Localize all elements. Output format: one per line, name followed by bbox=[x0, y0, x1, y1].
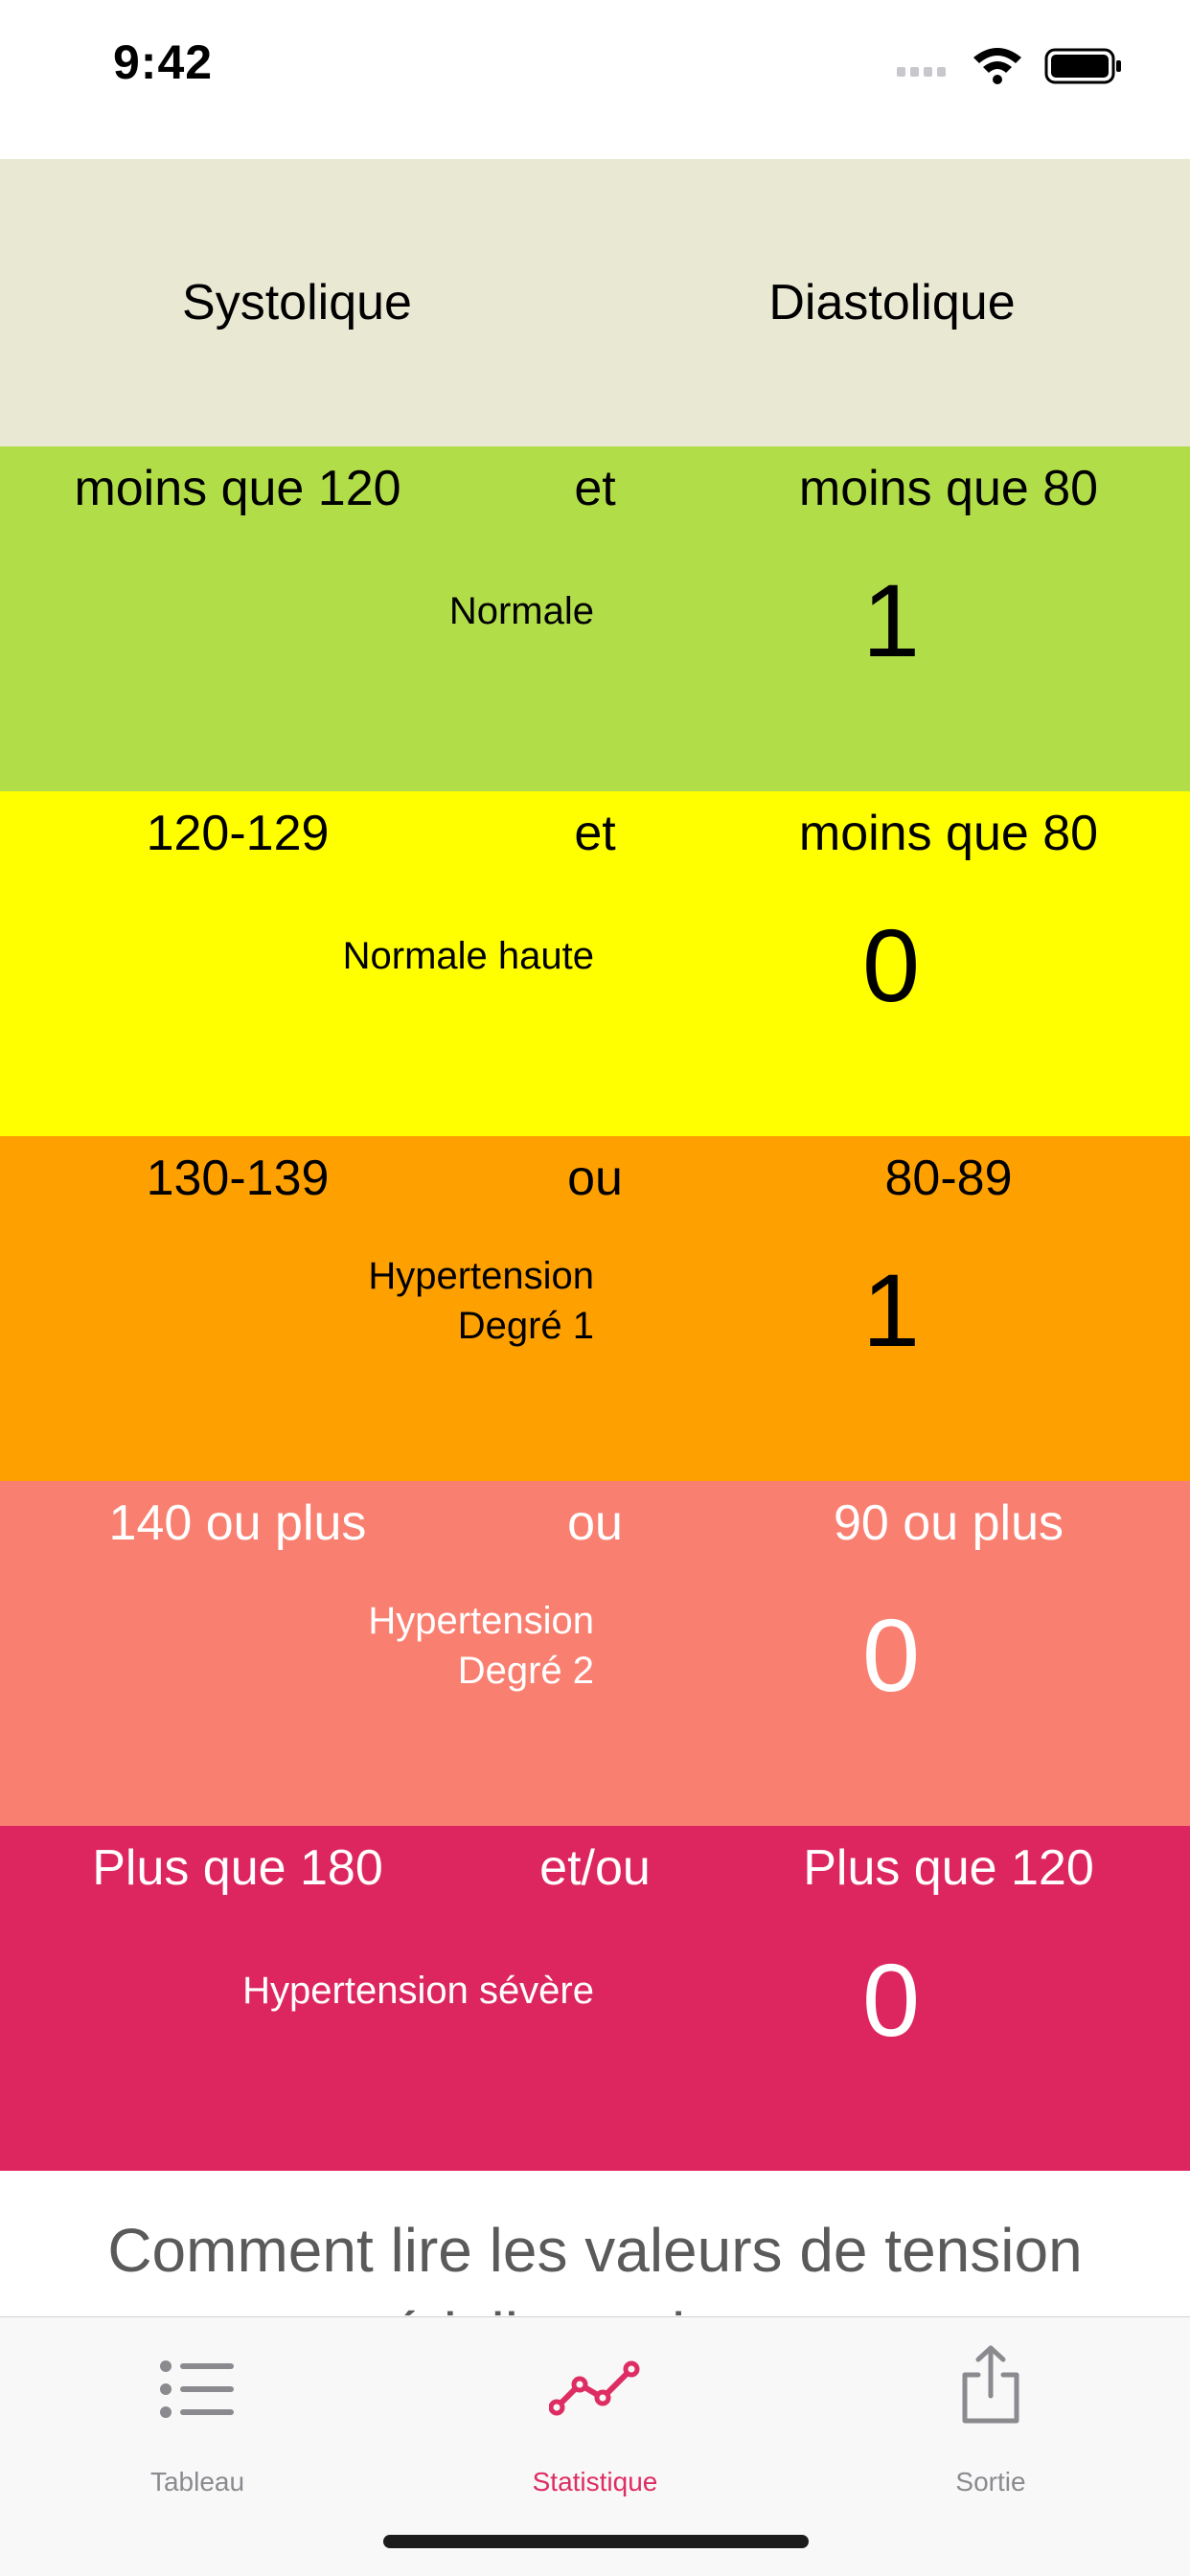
wifi-icon bbox=[973, 48, 1021, 84]
systolic-range: Plus que 180 bbox=[92, 1840, 383, 1896]
connector: ou bbox=[567, 1151, 623, 1206]
tab-label: Statistique bbox=[532, 2467, 658, 2496]
band-high-normal: 120-129 et moins que 80 Normale haute 0 bbox=[0, 791, 1190, 1136]
table-header: Systolique Diastolique bbox=[0, 159, 1190, 446]
connector: et/ou bbox=[539, 1840, 651, 1896]
systolic-header: Systolique bbox=[182, 275, 412, 331]
category-label: Hypertension Degré 1 bbox=[96, 1251, 594, 1351]
diastolic-range: moins que 80 bbox=[798, 806, 1099, 861]
category-label: Hypertension Degré 2 bbox=[96, 1596, 594, 1696]
connector: et bbox=[574, 806, 616, 861]
count-value: 0 bbox=[861, 1597, 921, 1713]
category-label: Normale haute bbox=[342, 935, 594, 977]
cellular-signal-icon bbox=[897, 67, 946, 77]
band-normal: moins que 120 et moins que 80 Normale 1 bbox=[0, 446, 1190, 791]
status-icons bbox=[897, 48, 1121, 84]
list-icon bbox=[160, 2360, 234, 2418]
category-line-1: Hypertension bbox=[368, 1255, 594, 1297]
count-value: 1 bbox=[861, 1252, 921, 1368]
tab-label: Sortie bbox=[955, 2467, 1026, 2496]
band-hypertension-1: 130-139 ou 80-89 Hypertension Degré 1 1 bbox=[0, 1136, 1190, 1481]
category-label: Normale bbox=[448, 590, 594, 632]
share-icon bbox=[962, 2345, 1019, 2424]
diastolic-header: Diastolique bbox=[768, 275, 1016, 331]
category-label: Hypertension sévère bbox=[242, 1970, 594, 2012]
connector: ou bbox=[567, 1495, 623, 1551]
home-indicator bbox=[383, 2535, 809, 2548]
diastolic-range: 80-89 bbox=[884, 1151, 1013, 1206]
count-value: 0 bbox=[861, 1942, 921, 2058]
line-chart-icon bbox=[549, 2360, 640, 2416]
diastolic-range: moins que 80 bbox=[798, 461, 1099, 516]
explanation-title: Comment lire les valeurs de tension arté… bbox=[107, 2216, 1083, 2315]
tab-label: Tableau bbox=[149, 2467, 245, 2496]
category-line-2: Degré 2 bbox=[457, 1650, 594, 1692]
status-bar: 9:42 bbox=[0, 0, 1190, 159]
systolic-range: moins que 120 bbox=[74, 461, 401, 516]
count-value: 0 bbox=[861, 907, 921, 1023]
diastolic-range: Plus que 120 bbox=[803, 1840, 1094, 1896]
explanation-section: Comment lire les valeurs de tension arté… bbox=[0, 2170, 1190, 2315]
category-line-1: Hypertension bbox=[368, 1600, 594, 1642]
category-line-2: Degré 1 bbox=[457, 1305, 594, 1347]
systolic-range: 140 ou plus bbox=[108, 1495, 367, 1551]
count-value: 1 bbox=[861, 562, 921, 678]
systolic-range: 120-129 bbox=[146, 806, 330, 861]
connector: et bbox=[574, 461, 616, 516]
band-severe-hypertension: Plus que 180 et/ou Plus que 120 Hyperten… bbox=[0, 1826, 1190, 2171]
tab-sortie[interactable]: Sortie bbox=[847, 2317, 1134, 2496]
status-time: 9:42 bbox=[113, 35, 214, 89]
band-hypertension-2: 140 ou plus ou 90 ou plus Hypertension D… bbox=[0, 1481, 1190, 1826]
diastolic-range: 90 ou plus bbox=[834, 1495, 1064, 1551]
systolic-range: 130-139 bbox=[146, 1151, 330, 1206]
tab-statistique[interactable]: Statistique bbox=[451, 2317, 739, 2496]
battery-icon bbox=[1044, 48, 1121, 84]
tab-tableau[interactable]: Tableau bbox=[54, 2317, 341, 2496]
